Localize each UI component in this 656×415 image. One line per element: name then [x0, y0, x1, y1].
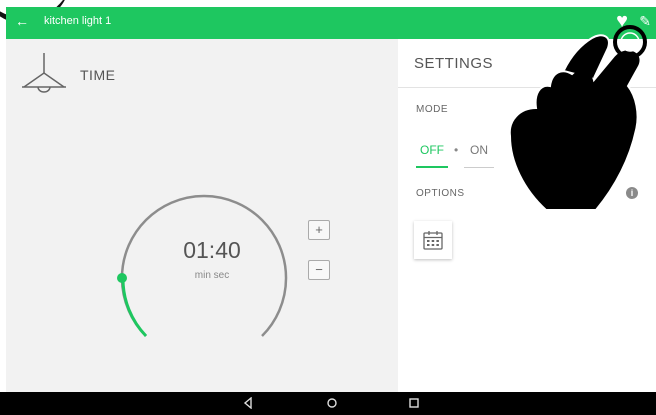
hand-pointer-icon — [508, 25, 647, 211]
mode-separator: • — [454, 143, 459, 157]
timer-unit: min sec — [194, 270, 230, 281]
settings-title: SETTINGS — [414, 55, 494, 72]
time-label: TIME — [80, 67, 116, 83]
nav-home-icon[interactable] — [326, 397, 338, 409]
options-label: OPTIONS — [416, 188, 465, 199]
mode-label: MODE — [416, 104, 448, 115]
schedule-button[interactable] — [414, 221, 452, 259]
ceiling-lamp-icon — [22, 53, 66, 93]
system-nav-bar — [0, 392, 656, 415]
decrease-button[interactable]: − — [308, 260, 330, 280]
calendar-icon — [423, 231, 443, 250]
mode-off-tab[interactable]: OFF — [420, 143, 444, 157]
nav-back-icon[interactable] — [242, 397, 254, 409]
mode-on-tab[interactable]: ON — [470, 143, 488, 157]
increase-button[interactable]: + — [308, 220, 330, 240]
timer-panel: TIME 01:40 min sec + − — [6, 39, 398, 392]
mode-off-indicator — [416, 166, 448, 168]
nav-recents-icon[interactable] — [408, 397, 420, 409]
arrow-back-icon[interactable]: ← — [15, 13, 29, 29]
dial-handle[interactable] — [117, 273, 127, 283]
timer-value: 01:40 — [183, 237, 241, 263]
device-title: kitchen light 1 — [44, 15, 112, 27]
